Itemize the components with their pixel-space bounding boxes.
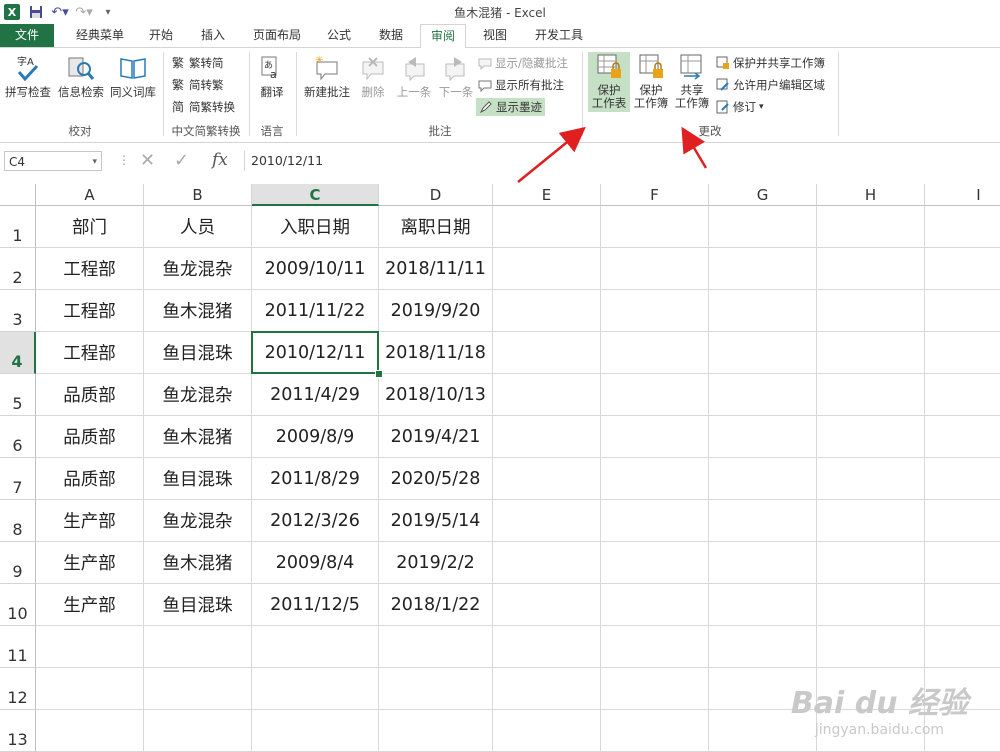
arrow-to-protect-workbook — [681, 126, 708, 169]
watermark-logo: Bai du 经验 — [790, 686, 968, 721]
annotation-arrows — [517, 126, 708, 183]
arrow-to-protect-sheet — [517, 126, 586, 183]
watermark: Bai du 经验 jingyan.baidu.com — [791, 678, 968, 738]
watermark-url: jingyan.baidu.com — [814, 722, 945, 738]
